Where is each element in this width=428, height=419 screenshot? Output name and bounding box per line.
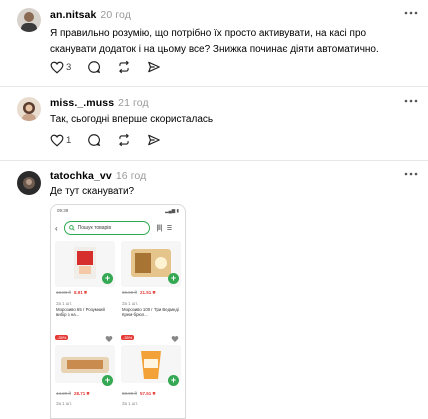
share-button[interactable]: [147, 59, 161, 75]
repost-icon: [119, 60, 130, 74]
product-card[interactable]: + 30.99 ₴ 21.51 ₴ За 1 шт. Морозиво 100 г…: [121, 241, 181, 325]
discount-badge: -35%: [55, 335, 69, 340]
comment-button[interactable]: [87, 132, 101, 148]
divider: [0, 160, 428, 161]
heart-icon: [50, 61, 64, 74]
add-to-cart-button[interactable]: +: [168, 273, 179, 284]
product-qty: За 1 шт.: [56, 301, 72, 306]
heart-icon: [50, 134, 64, 147]
username[interactable]: an.nitsak 20 год: [50, 9, 131, 21]
product-qty: За 1 шт.: [122, 301, 138, 306]
search-row: ‹ Пошук товарів |‖| ☰: [55, 220, 181, 236]
status-time: 09:39: [57, 208, 69, 213]
search-input[interactable]: Пошук товарів: [63, 221, 150, 235]
product-name: Морозиво 100 г Три Ведмеді Крем-брюл...: [122, 307, 179, 318]
comment-icon: [88, 134, 101, 147]
product-price: 88.99 ₴ 57.51 ₴: [122, 391, 156, 396]
avatar[interactable]: [17, 171, 41, 195]
post-text: Де тут сканувати?: [50, 186, 135, 197]
favorite-icon[interactable]: [105, 335, 113, 343]
product-name: Морозиво 65 г Розумний вибір з на...: [56, 307, 105, 318]
back-arrow-icon[interactable]: ‹: [55, 224, 58, 233]
avatar[interactable]: [17, 8, 41, 32]
add-to-cart-button[interactable]: +: [168, 375, 179, 386]
repost-button[interactable]: [117, 59, 131, 75]
product-price: 44.29 ₴ 28.71 ₴: [56, 391, 90, 396]
timestamp: 21 год: [118, 97, 149, 109]
like-count: 3: [66, 61, 72, 73]
timestamp: 20 год: [100, 9, 131, 21]
search-placeholder: Пошук товарів: [77, 225, 112, 231]
product-price: 13.89 ₴ 8.91 ₴: [56, 290, 88, 295]
post-actions: 3: [50, 59, 177, 75]
username[interactable]: tatochka_vv 16 год: [50, 170, 146, 182]
repost-icon: [119, 133, 130, 147]
like-button[interactable]: 1: [50, 132, 71, 148]
add-to-cart-button[interactable]: +: [102, 273, 113, 284]
repost-button[interactable]: [117, 132, 131, 148]
status-icons: ▂▄▆ ▮: [165, 208, 179, 213]
add-to-cart-button[interactable]: +: [102, 375, 113, 386]
barcode-scan-icon[interactable]: |‖|: [157, 225, 163, 232]
product-qty: За 1 шт.: [56, 401, 72, 406]
product-card[interactable]: -35% + 88.99 ₴ 57.51 ₴ За 1 шт.: [121, 333, 181, 418]
username[interactable]: miss._.muss 21 год: [50, 97, 149, 109]
comment-icon: [88, 61, 101, 74]
share-icon: [148, 61, 161, 73]
search-icon: [68, 225, 75, 231]
divider: [0, 86, 428, 87]
post-actions: 1: [50, 132, 177, 148]
more-options-icon[interactable]: [404, 11, 418, 21]
more-options-icon[interactable]: [404, 99, 418, 109]
avatar[interactable]: [17, 97, 41, 121]
timestamp: 16 год: [115, 170, 147, 182]
more-options-icon[interactable]: [404, 172, 418, 182]
discount-badge: -35%: [121, 335, 135, 340]
sort-icon[interactable]: ☰: [167, 225, 172, 232]
share-icon: [148, 134, 161, 146]
like-count: 1: [66, 134, 72, 146]
comment-button[interactable]: [87, 59, 101, 75]
post-text: Я правильно розумію, що потрібно їх прос…: [50, 28, 379, 55]
like-button[interactable]: 3: [50, 59, 71, 75]
share-button[interactable]: [147, 132, 161, 148]
attached-screenshot[interactable]: 09:39 ▂▄▆ ▮ ‹ Пошук товарів |‖| ☰ + 13.8…: [50, 204, 186, 419]
product-qty: За 1 шт.: [122, 401, 138, 406]
product-price: 30.99 ₴ 21.51 ₴: [122, 290, 156, 295]
product-card[interactable]: + 13.89 ₴ 8.91 ₴ За 1 шт. Морозиво 65 г Р…: [55, 241, 115, 325]
status-bar: 09:39 ▂▄▆ ▮: [57, 208, 179, 214]
product-card[interactable]: -35% + 44.29 ₴ 28.71 ₴ За 1 шт.: [55, 333, 115, 418]
favorite-icon[interactable]: [171, 335, 179, 343]
post-text: Так, сьогодні вперше скористалась: [50, 114, 214, 125]
